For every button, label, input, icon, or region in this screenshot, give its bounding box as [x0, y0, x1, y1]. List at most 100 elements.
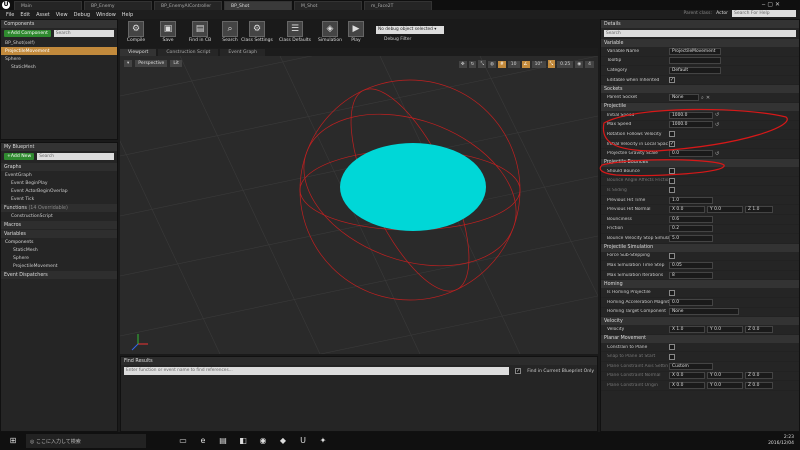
taskbar-search-input[interactable]: ◎ ここに入力して検索	[26, 434, 146, 448]
snap-plane-checkbox[interactable]	[669, 353, 675, 360]
plane-normal-y[interactable]: Y 0.0	[707, 372, 743, 380]
angle-snap-value[interactable]: 10°	[531, 60, 546, 68]
menu-help[interactable]: Help	[122, 12, 133, 18]
velocity-z-field[interactable]: Z 0.0	[745, 326, 773, 334]
component-staticmesh[interactable]: StaticMesh	[1, 63, 117, 71]
force-substepping-checkbox[interactable]	[669, 252, 675, 259]
search-socket-icon[interactable]: ⌕	[701, 95, 704, 101]
camera-speed-value[interactable]: 4	[585, 60, 594, 68]
velocity-y-field[interactable]: Y 0.0	[707, 326, 743, 334]
add-component-button[interactable]: +Add Component	[4, 30, 51, 37]
scale-icon[interactable]: ⤡	[478, 60, 487, 68]
camera-speed-icon[interactable]: ◉	[575, 60, 584, 68]
lit-button[interactable]: Lit	[170, 60, 182, 67]
normal-z-field[interactable]: Z 1.0	[745, 206, 773, 214]
tab-bp-enemyaicontroller[interactable]: BP_EnemyAIController	[154, 1, 222, 10]
plane-origin-y[interactable]: Y 0.0	[707, 382, 743, 390]
windows-start-icon[interactable]: ⊞	[6, 434, 20, 448]
is-homing-checkbox[interactable]	[669, 289, 675, 296]
find-results-input[interactable]: Enter function or event name to find ref…	[124, 367, 510, 375]
velocity-x-field[interactable]: X 1.0	[669, 326, 705, 334]
play-button[interactable]: ▶ Play	[342, 20, 370, 48]
grid-snap-toggle[interactable]: #	[498, 60, 506, 68]
class-settings-button[interactable]: ⚙ Class Settings	[238, 20, 276, 48]
normal-x-field[interactable]: X 0.0	[669, 206, 705, 214]
event-beginplay-item[interactable]: Event BeginPlay	[1, 179, 117, 187]
task-view-icon[interactable]: ▭	[176, 434, 190, 448]
viewport-scene[interactable]	[120, 56, 598, 354]
friction-field[interactable]: 0.2	[669, 225, 713, 233]
parent-class-value[interactable]: Actor	[716, 11, 728, 16]
event-graph-item[interactable]: EventGraph	[1, 171, 117, 179]
homing-accel-field[interactable]: 0.0	[669, 298, 713, 306]
component-self[interactable]: BP_Shot(self)	[1, 39, 117, 47]
max-sim-iterations-field[interactable]: 8	[669, 271, 713, 279]
search-help-input[interactable]: Search For Help	[732, 10, 796, 17]
var-projectilemovement[interactable]: ProjectileMovement	[1, 262, 117, 270]
my-blueprint-search-input[interactable]: Search	[37, 153, 114, 160]
variable-name-field[interactable]: ProjectileMovement	[669, 47, 721, 55]
menu-window[interactable]: Window	[96, 12, 116, 18]
event-dispatchers-category[interactable]: Event Dispatchers	[1, 271, 117, 279]
component-projectilemovement[interactable]: ProjectileMovement	[1, 47, 117, 55]
app-icon[interactable]: ✦	[316, 434, 330, 448]
find-current-only-checkbox[interactable]: ✓	[515, 368, 522, 374]
scale-snap-toggle[interactable]: ⤡	[547, 60, 556, 68]
menu-debug[interactable]: Debug	[74, 12, 90, 18]
bounce-stop-field[interactable]: 5.0	[669, 234, 713, 242]
angle-snap-toggle[interactable]: ∠	[521, 60, 530, 68]
components-search-input[interactable]: Search	[53, 30, 114, 37]
perspective-button[interactable]: Perspective	[135, 60, 168, 67]
tab-m-shot[interactable]: M_Shot	[294, 1, 362, 10]
details-search-input[interactable]: Search	[604, 30, 796, 37]
taskbar-clock[interactable]: 2:23 2016/12/04	[768, 435, 794, 447]
graphs-category[interactable]: Graphs	[1, 163, 117, 171]
tab-bp-shot[interactable]: BP_Shot	[224, 1, 292, 10]
plane-normal-x[interactable]: X 0.0	[669, 372, 705, 380]
menu-file[interactable]: File	[6, 12, 14, 18]
menu-edit[interactable]: Edit	[20, 12, 30, 18]
variable-category[interactable]: Variable	[601, 39, 799, 47]
tab-main[interactable]: Main	[14, 1, 82, 10]
constrain-plane-checkbox[interactable]	[669, 344, 675, 351]
bounciness-field[interactable]: 0.6	[669, 215, 713, 223]
homing-target-field[interactable]: None	[669, 308, 739, 316]
tab-bp-enemy[interactable]: BP_Enemy	[84, 1, 152, 10]
viewport-options-button[interactable]: ▾	[124, 60, 133, 67]
components-subcategory[interactable]: Components	[1, 238, 117, 246]
menu-asset[interactable]: Asset	[36, 12, 50, 18]
var-sphere[interactable]: Sphere	[1, 254, 117, 262]
component-sphere[interactable]: Sphere	[1, 55, 117, 63]
event-actorbeginoverlap-item[interactable]: Event ActorBeginOverlap	[1, 187, 117, 195]
homing-category[interactable]: Homing	[601, 280, 799, 289]
projectile-simulation-category[interactable]: Projectile Simulation	[601, 243, 799, 252]
tab-m-face2t[interactable]: m_Face2T	[364, 1, 432, 10]
planar-movement-category[interactable]: Planar Movement	[601, 334, 799, 343]
app-icon[interactable]: ◆	[276, 434, 290, 448]
category-select[interactable]: Default	[669, 66, 721, 74]
var-staticmesh[interactable]: StaticMesh	[1, 246, 117, 254]
find-in-cb-button[interactable]: ▤ Find in CB	[184, 20, 216, 48]
tab-event-graph[interactable]: Event Graph	[220, 48, 266, 56]
plane-axis-select[interactable]: Custom	[669, 362, 713, 370]
construction-script-item[interactable]: ConstructionScript	[1, 212, 117, 220]
compile-button[interactable]: ⚙ Compile	[120, 20, 152, 48]
scale-snap-value[interactable]: 0.25	[557, 60, 574, 68]
translate-icon[interactable]: ✥	[458, 60, 467, 68]
clear-icon[interactable]: ✕	[706, 95, 710, 101]
chrome-icon[interactable]: ◉	[256, 434, 270, 448]
window-controls[interactable]: ‒ ▢ ✕	[762, 1, 780, 8]
rotate-icon[interactable]: ↻	[468, 60, 477, 68]
normal-y-field[interactable]: Y 0.0	[707, 206, 743, 214]
plane-normal-z[interactable]: Z 0.0	[745, 372, 773, 380]
event-tick-item[interactable]: Event Tick	[1, 195, 117, 203]
class-defaults-button[interactable]: ☰ Class Defaults	[276, 20, 314, 48]
max-sim-timestep-field[interactable]: 0.05	[669, 262, 713, 270]
parent-socket-field[interactable]: None	[669, 94, 699, 102]
menu-view[interactable]: View	[56, 12, 68, 18]
plane-origin-z[interactable]: Z 0.0	[745, 382, 773, 390]
velocity-category[interactable]: Velocity	[601, 317, 799, 326]
save-button[interactable]: ▣ Save	[152, 20, 184, 48]
tab-viewport[interactable]: Viewport	[120, 48, 157, 56]
edge-browser-icon[interactable]: e	[196, 434, 210, 448]
